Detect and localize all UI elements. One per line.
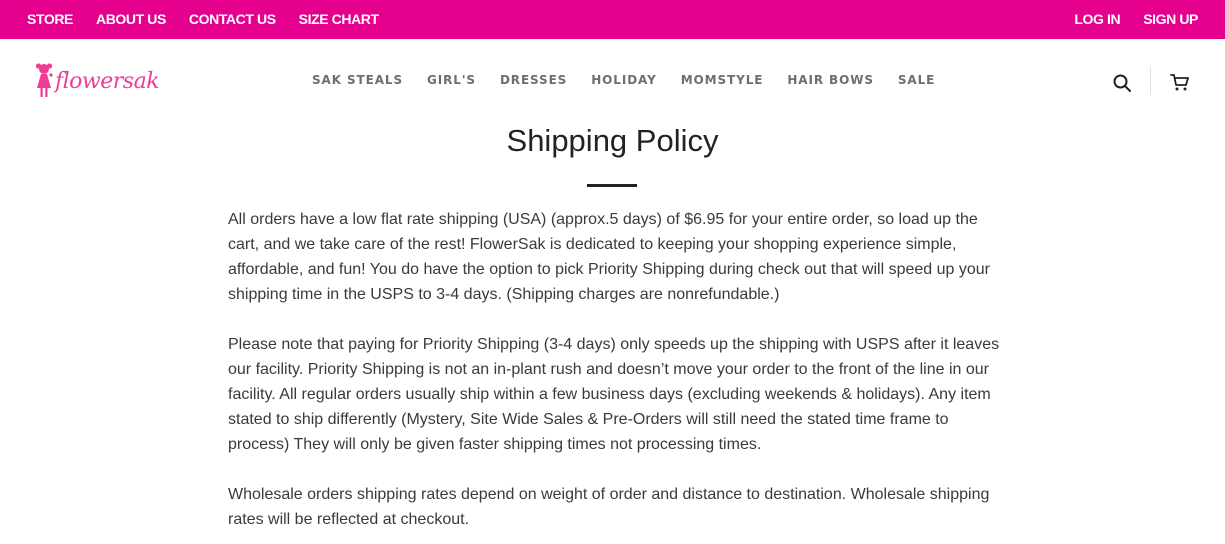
top-bar-left-links: STORE ABOUT US CONTACT US SIZE CHART [27, 0, 402, 39]
store-link[interactable]: STORE [27, 0, 73, 39]
policy-paragraph-priority: Please note that paying for Priority Shi… [228, 336, 1000, 453]
title-underline [587, 184, 637, 187]
page-title: Shipping Policy [506, 123, 719, 158]
logo-wordmark: flowersak [55, 68, 160, 94]
search-icon [1113, 74, 1131, 92]
cart-button[interactable] [1170, 72, 1190, 92]
size-chart-link[interactable]: SIZE CHART [299, 0, 379, 39]
nav-dresses[interactable]: DRESSES [500, 72, 567, 88]
nav-sak-steals[interactable]: SAK STEALS [312, 72, 403, 88]
nav-holiday[interactable]: HOLIDAY [591, 72, 656, 88]
header-divider [1150, 67, 1151, 95]
contact-us-link[interactable]: CONTACT US [189, 0, 276, 39]
nav-hair-bows[interactable]: HAIR BOWS [787, 72, 874, 88]
nav-momstyle[interactable]: MOMSTYLE [681, 72, 764, 88]
girl-logo-icon [35, 63, 53, 97]
nav-girls[interactable]: GIRL'S [427, 72, 476, 88]
search-button[interactable] [1112, 73, 1132, 93]
about-us-link[interactable]: ABOUT US [96, 0, 166, 39]
top-bar: STORE ABOUT US CONTACT US SIZE CHART LOG… [0, 0, 1225, 39]
policy-paragraph-wholesale: Wholesale orders shipping rates depend o… [228, 486, 990, 528]
cart-icon [1170, 74, 1189, 91]
sign-up-link[interactable]: SIGN UP [1143, 0, 1198, 39]
nav-sale[interactable]: SALE [898, 72, 935, 88]
site-logo[interactable]: flowersak [35, 61, 165, 101]
policy-paragraph-flat-rate: All orders have a low flat rate shipping… [228, 211, 990, 303]
log-in-link[interactable]: LOG IN [1074, 0, 1120, 39]
top-bar-account-links: LOG IN SIGN UP [1051, 0, 1198, 39]
site-header: flowersak SAK STEALS GIRL'S DRESSES HOLI… [0, 39, 1225, 125]
policy-content: All orders have a low flat rate shipping… [228, 207, 1003, 544]
main-nav: SAK STEALS GIRL'S DRESSES HOLIDAY MOMSTY… [312, 72, 959, 88]
